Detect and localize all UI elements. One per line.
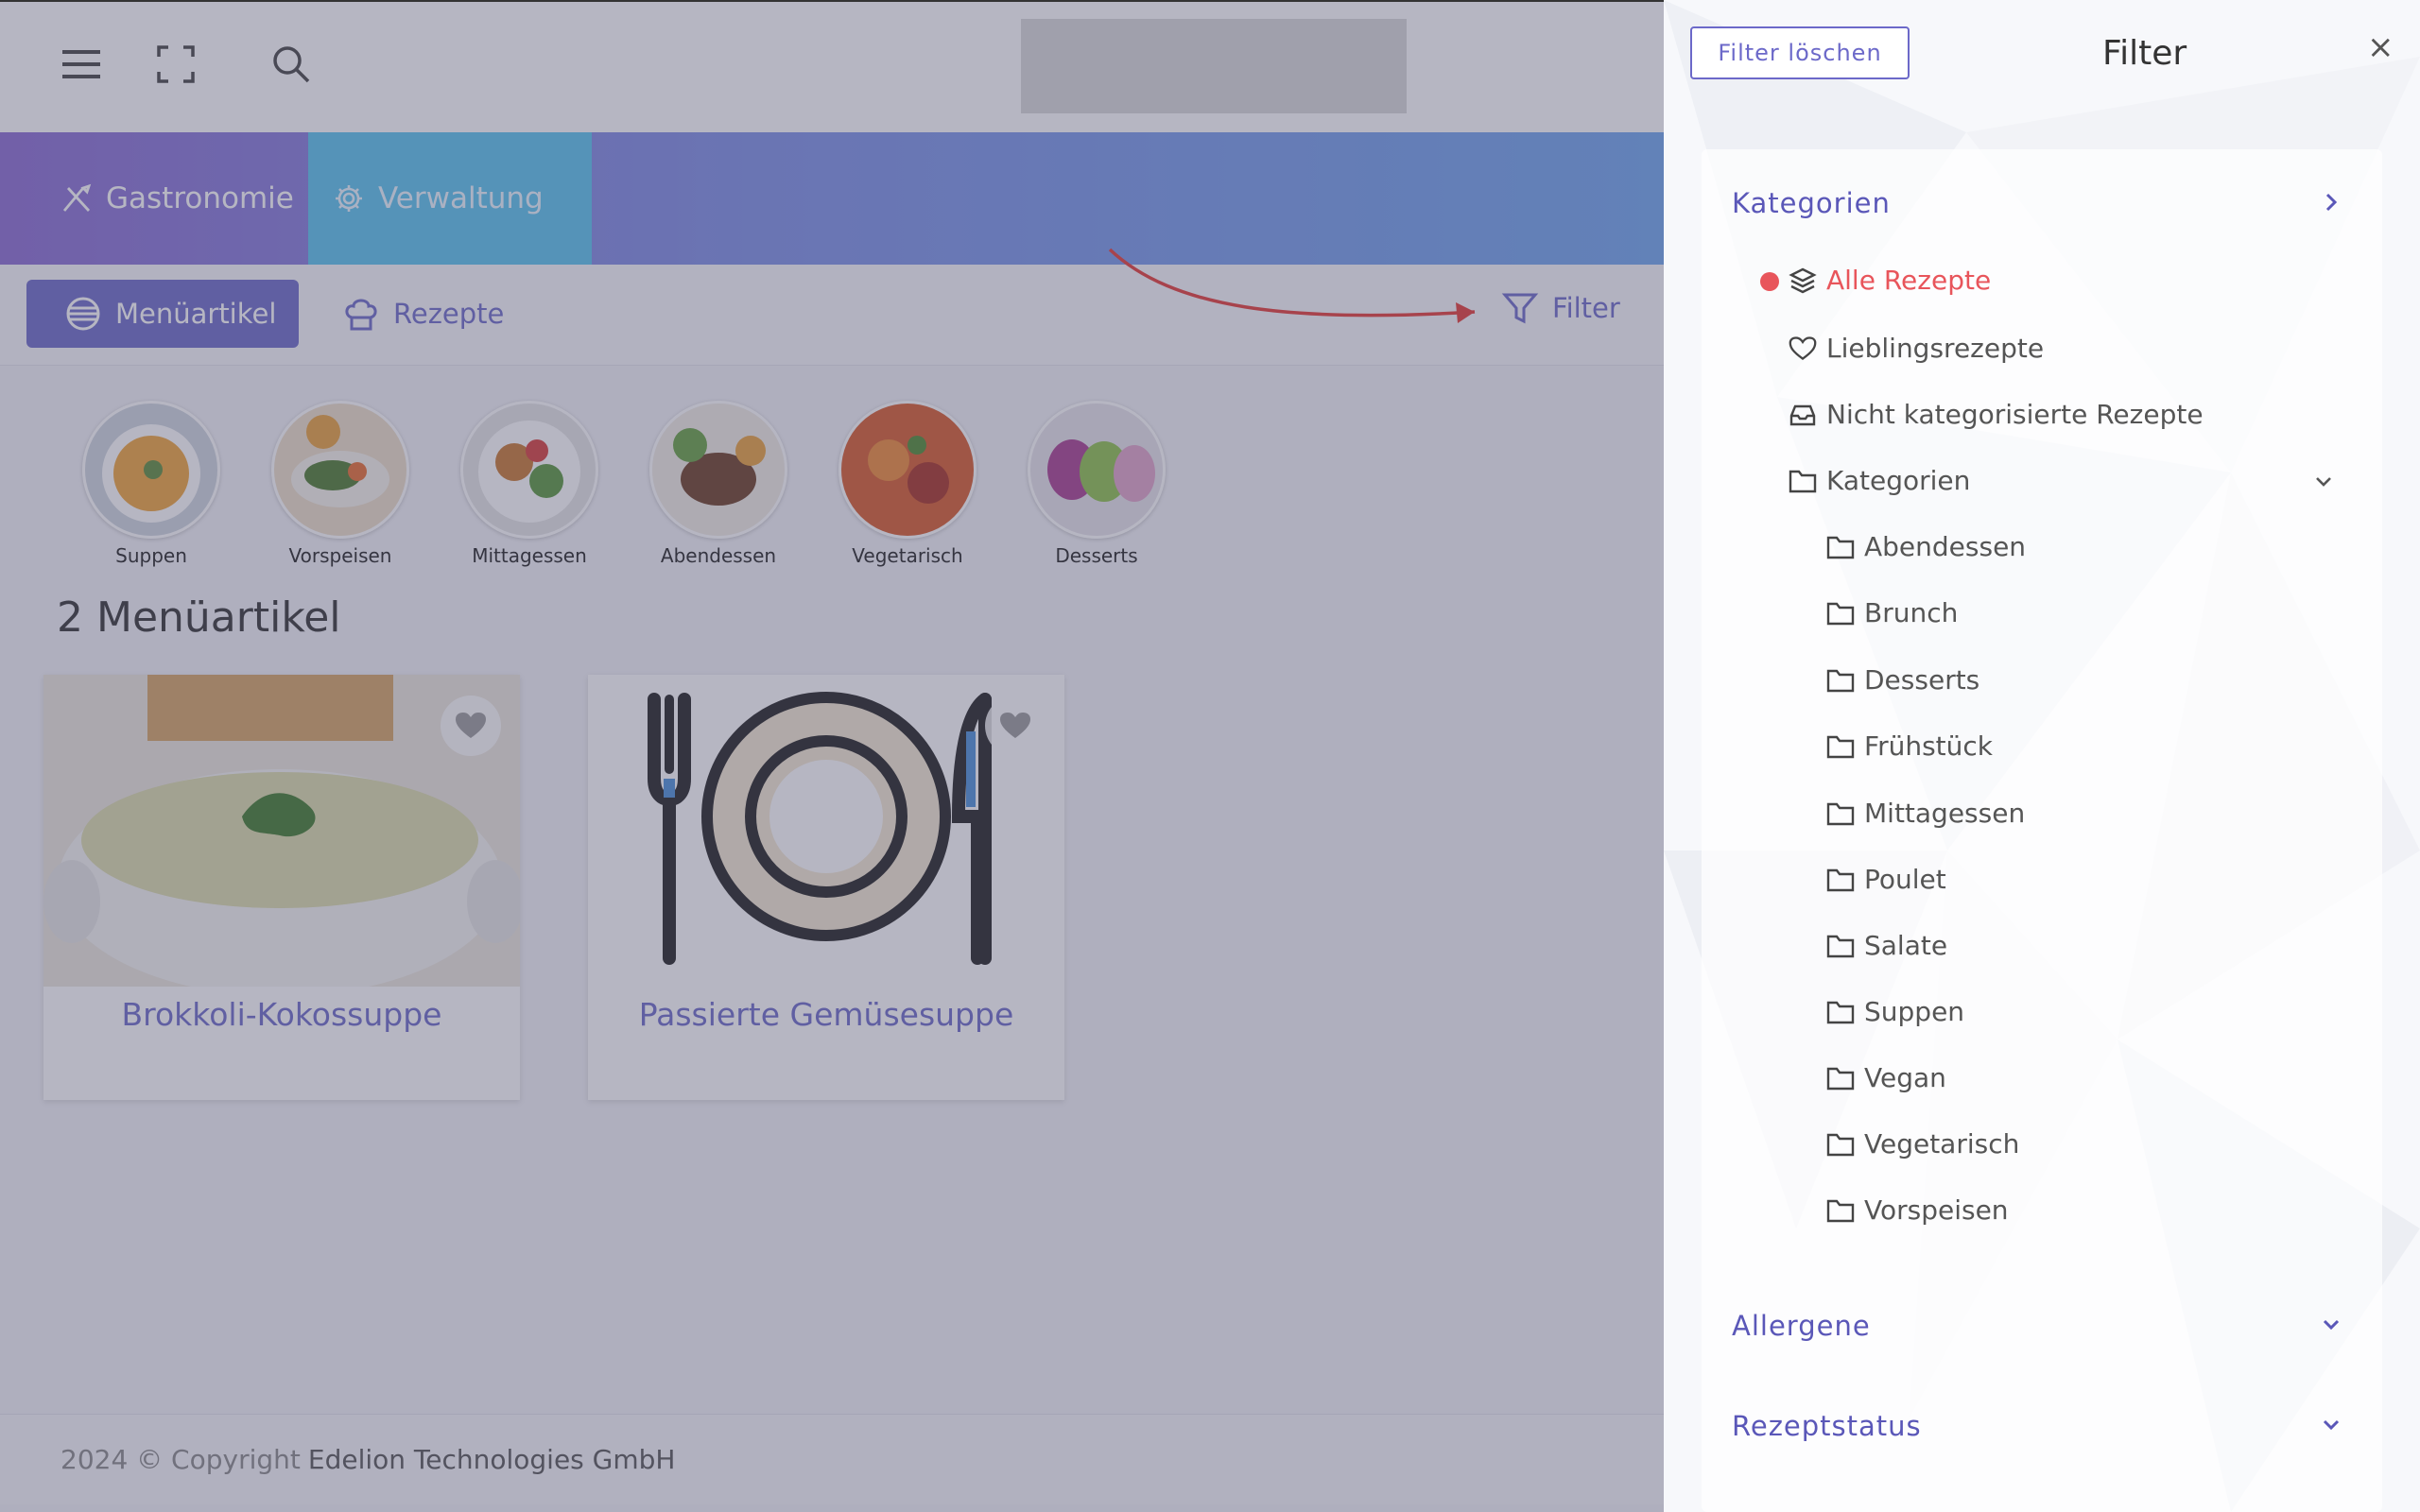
- folder-icon: [1826, 666, 1855, 695]
- filter-subcategory[interactable]: Frühstück: [1826, 730, 1993, 762]
- filter-subcategory-label: Salate: [1864, 930, 1948, 961]
- main-app: Gastronomie Verwaltung Menüartikel Rezep…: [0, 0, 1664, 1512]
- filter-subcategory-label: Frühstück: [1864, 730, 1993, 762]
- filter-subcategory-label: Suppen: [1864, 996, 1965, 1027]
- folder-icon: [1789, 467, 1817, 495]
- folder-icon: [1826, 1130, 1855, 1159]
- filter-subcategory[interactable]: Desserts: [1826, 664, 1979, 696]
- filter-kategorien-folder-label: Kategorien: [1826, 465, 1971, 496]
- chevron-right-icon[interactable]: [2318, 189, 2344, 215]
- filter-subcategory-label: Vorspeisen: [1864, 1194, 2009, 1226]
- top-border: [0, 0, 1664, 2]
- folder-icon: [1826, 732, 1855, 761]
- filter-subcategory[interactable]: Poulet: [1826, 864, 1946, 895]
- heart-icon: [1789, 335, 1817, 363]
- folder-icon: [1826, 932, 1855, 960]
- filter-subcategory-label: Vegan: [1864, 1062, 1946, 1093]
- folder-icon: [1826, 599, 1855, 627]
- filter-alle-rezepte[interactable]: Alle Rezepte: [1789, 265, 1991, 296]
- filter-nicht-kategorisiert[interactable]: Nicht kategorisierte Rezepte: [1789, 399, 2204, 430]
- panel-title: Filter: [2102, 34, 2187, 73]
- filter-subcategory[interactable]: Salate: [1826, 930, 1947, 961]
- filter-subcategory[interactable]: Abendessen: [1826, 531, 2026, 562]
- filter-alle-rezepte-label: Alle Rezepte: [1826, 265, 1992, 296]
- modal-backdrop[interactable]: [0, 0, 1664, 1512]
- filter-panel: Filter löschen Filter × Kategorien Alle …: [1664, 0, 2420, 1512]
- chevron-down-icon[interactable]: [2310, 469, 2337, 495]
- filter-nicht-kategorisiert-label: Nicht kategorisierte Rezepte: [1826, 399, 2204, 430]
- filter-kategorien-folder[interactable]: Kategorien: [1789, 465, 1970, 496]
- chevron-down-icon[interactable]: [2318, 1412, 2344, 1438]
- folder-icon: [1826, 799, 1855, 828]
- filter-subcategory[interactable]: Suppen: [1826, 996, 1964, 1027]
- folder-icon: [1826, 998, 1855, 1026]
- inbox-icon: [1789, 401, 1817, 429]
- filter-subcategory[interactable]: Vorspeisen: [1826, 1194, 2009, 1226]
- section-kategorien[interactable]: Kategorien: [1732, 187, 1891, 219]
- filter-subcategory-label: Mittagessen: [1864, 798, 2026, 829]
- filter-subcategory[interactable]: Brunch: [1826, 597, 1958, 628]
- layers-icon: [1789, 266, 1817, 295]
- folder-icon: [1826, 533, 1855, 561]
- filter-subcategory[interactable]: Vegan: [1826, 1062, 1946, 1093]
- filter-subcategory-label: Brunch: [1864, 597, 1959, 628]
- filter-lieblingsrezepte[interactable]: Lieblingsrezepte: [1789, 333, 2044, 364]
- filter-subcategory-label: Vegetarisch: [1864, 1128, 2020, 1160]
- filter-subcategory-label: Desserts: [1864, 664, 1980, 696]
- section-rezeptstatus[interactable]: Rezeptstatus: [1732, 1410, 1922, 1442]
- filter-subcategory-label: Abendessen: [1864, 531, 2027, 562]
- folder-icon: [1826, 866, 1855, 894]
- close-icon[interactable]: ×: [2367, 28, 2394, 66]
- filter-subcategory-label: Poulet: [1864, 864, 1946, 895]
- section-allergene[interactable]: Allergene: [1732, 1310, 1871, 1342]
- filter-subcategory[interactable]: Mittagessen: [1826, 798, 2025, 829]
- clear-filter-button[interactable]: Filter löschen: [1690, 26, 1910, 79]
- filter-subcategory[interactable]: Vegetarisch: [1826, 1128, 2019, 1160]
- folder-icon: [1826, 1064, 1855, 1092]
- folder-icon: [1826, 1196, 1855, 1225]
- active-indicator: [1760, 272, 1779, 291]
- filter-lieblingsrezepte-label: Lieblingsrezepte: [1826, 333, 2045, 364]
- chevron-down-icon[interactable]: [2318, 1312, 2344, 1338]
